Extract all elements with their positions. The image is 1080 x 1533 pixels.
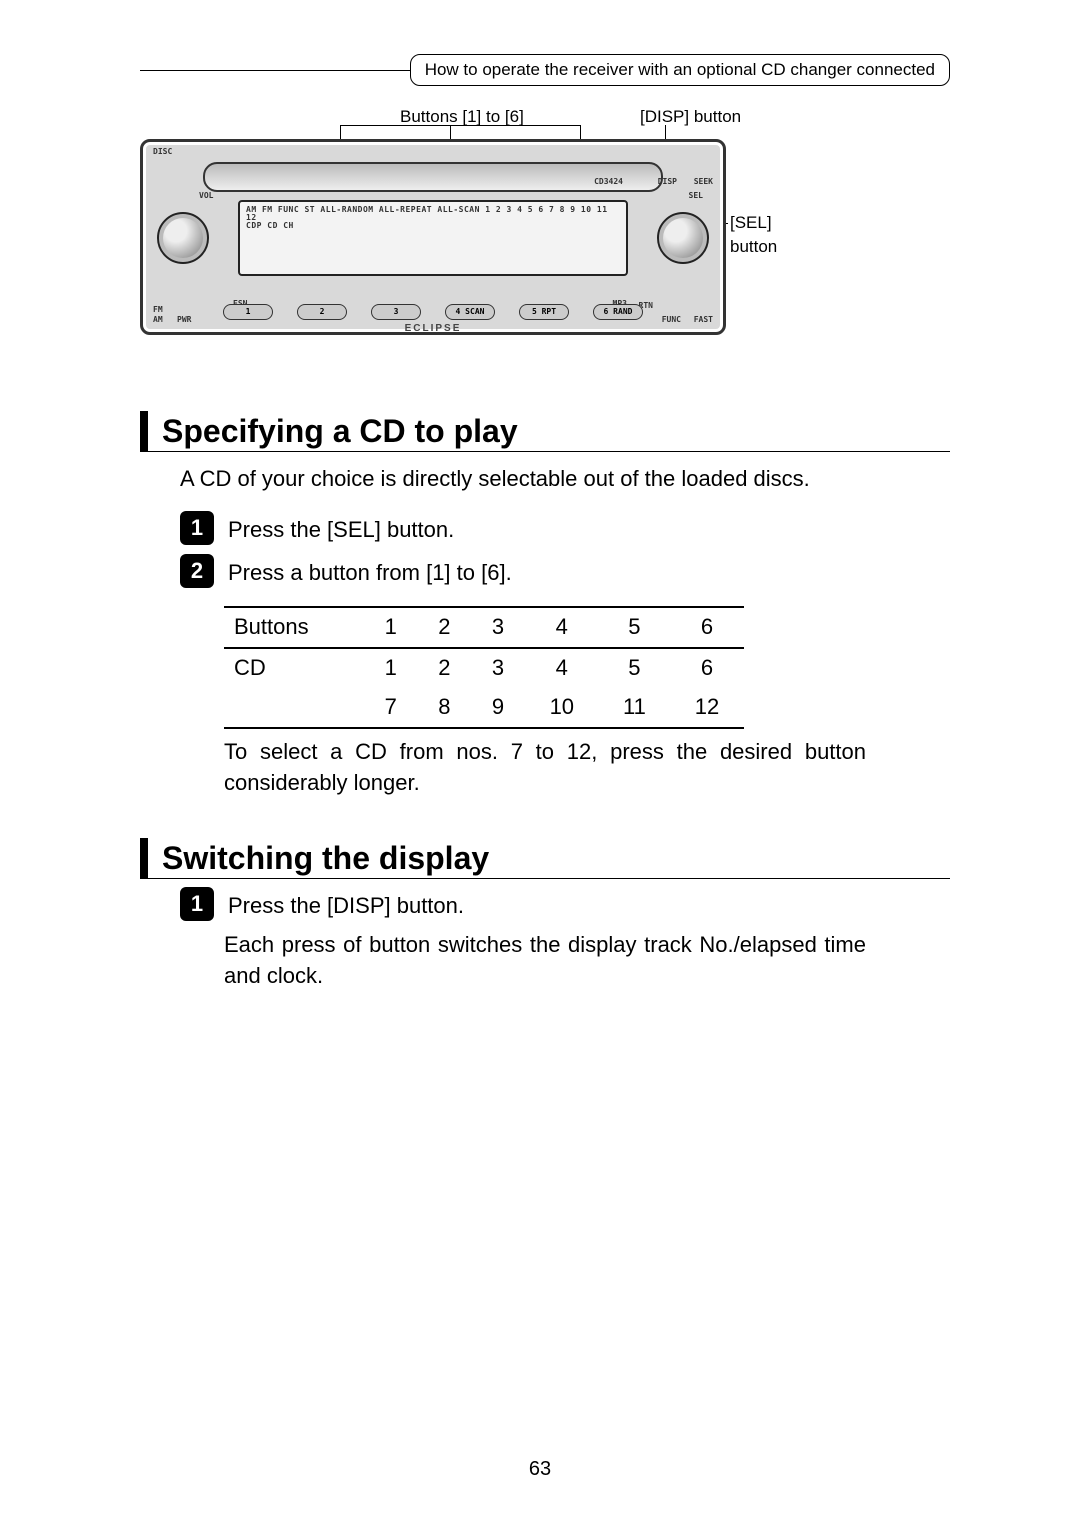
device-diagram: Buttons [1] to [6] [DISP] button [SEL] b… <box>140 111 950 371</box>
label-disp: DISP <box>658 178 677 186</box>
brand-logo-text: ECLIPSE <box>143 324 723 334</box>
screen-tokens-2: CDP CD CH <box>246 222 620 230</box>
preset-button-bar: 1 2 3 4 SCAN 5 RPT 6 RAND <box>223 304 643 320</box>
heading-specifying-cd: Specifying a CD to play <box>140 411 950 452</box>
step-2-text: Press a button from [1] to [6]. <box>228 554 512 589</box>
row-label-buttons: Buttons <box>224 608 364 648</box>
receiver-faceplate: DISC VOL DISP SEEK SEL FM AM PWR FUNC FA… <box>140 139 726 335</box>
label-sel: SEL <box>689 192 703 200</box>
volume-dial <box>157 212 209 264</box>
header-rule: How to operate the receiver with an opti… <box>140 70 950 71</box>
cell: 12 <box>670 688 744 728</box>
select-dial <box>657 212 709 264</box>
cell: 1 <box>364 649 418 688</box>
label-func: FUNC <box>662 316 681 324</box>
cell: 2 <box>418 608 472 648</box>
preset-button-1: 1 <box>223 304 273 320</box>
cell: 8 <box>418 688 472 728</box>
button-to-cd-table: Buttons 1 2 3 4 5 6 CD 1 2 3 4 5 6 7 8 9… <box>224 606 744 728</box>
preset-button-5: 5 RPT <box>519 304 569 320</box>
cell: 5 <box>599 608 670 648</box>
cell: 1 <box>364 608 418 648</box>
cell: 5 <box>599 649 670 688</box>
leader-line <box>340 125 580 126</box>
step-1-text: Press the [SEL] button. <box>228 511 454 546</box>
cell: 4 <box>525 608 599 648</box>
table-row: 7 8 9 10 11 12 <box>224 688 744 728</box>
screen-tokens: AM FM FUNC ST ALL-RANDOM ALL-REPEAT ALL-… <box>246 206 620 222</box>
label-fast: FAST <box>694 316 713 324</box>
lcd-screen: AM FM FUNC ST ALL-RANDOM ALL-REPEAT ALL-… <box>238 200 628 276</box>
table-row: Buttons 1 2 3 4 5 6 <box>224 608 744 648</box>
cell: 4 <box>525 649 599 688</box>
step-1: 1 Press the [SEL] button. <box>180 511 950 546</box>
label-vol: VOL <box>199 192 213 200</box>
step-badge-1b: 1 <box>180 887 214 921</box>
section1-lead: A CD of your choice is directly selectab… <box>180 464 950 495</box>
section2-body: Each press of button switches the displa… <box>224 930 866 992</box>
cell: 2 <box>418 649 472 688</box>
step-badge-1: 1 <box>180 511 214 545</box>
cell: 10 <box>525 688 599 728</box>
cell: 6 <box>670 649 744 688</box>
breadcrumb: How to operate the receiver with an opti… <box>410 54 950 86</box>
section1-note: To select a CD from nos. 7 to 12, press … <box>224 737 866 799</box>
cell: 9 <box>471 688 525 728</box>
preset-button-4: 4 SCAN <box>445 304 495 320</box>
label-disc: DISC <box>153 148 172 156</box>
step-2: 2 Press a button from [1] to [6]. <box>180 554 950 589</box>
table-row: CD 1 2 3 4 5 6 <box>224 649 744 688</box>
label-pwr: PWR <box>177 316 191 324</box>
cell: 11 <box>599 688 670 728</box>
cell: 3 <box>471 608 525 648</box>
cell: 3 <box>471 649 525 688</box>
cell: 7 <box>364 688 418 728</box>
label-seek: SEEK <box>694 178 713 186</box>
heading-switching-display: Switching the display <box>140 838 950 879</box>
preset-button-6: 6 RAND <box>593 304 643 320</box>
step-1b: 1 Press the [DISP] button. <box>180 887 950 922</box>
manual-page: How to operate the receiver with an opti… <box>0 0 1080 1533</box>
callout-disp-button: [DISP] button <box>640 105 741 129</box>
step-1b-text: Press the [DISP] button. <box>228 887 464 922</box>
row-label-cd: CD <box>224 649 364 688</box>
preset-button-2: 2 <box>297 304 347 320</box>
label-am: AM <box>153 316 163 324</box>
cell: 6 <box>670 608 744 648</box>
label-fm: FM <box>153 306 163 314</box>
label-model: CD3424 <box>594 178 623 186</box>
page-number: 63 <box>0 1455 1080 1483</box>
callout-sel-button: [SEL] button <box>730 211 800 259</box>
step-badge-2: 2 <box>180 554 214 588</box>
preset-button-3: 3 <box>371 304 421 320</box>
